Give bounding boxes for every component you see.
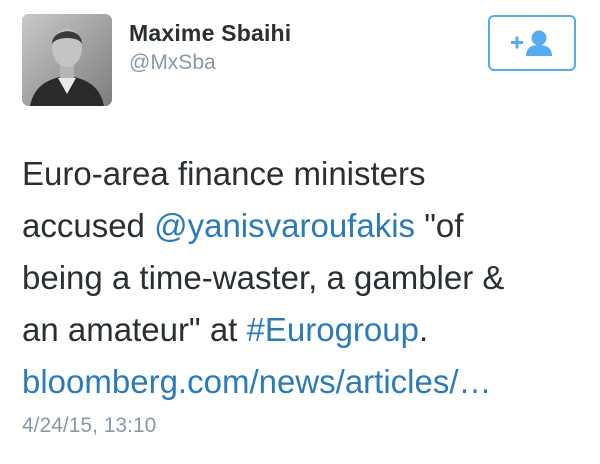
profile-photo-icon xyxy=(22,14,112,106)
timestamp[interactable]: 4/24/15, 13:10 xyxy=(22,414,156,438)
tweet-text-segment: an amateur" at xyxy=(22,311,247,348)
tweet-text: Euro-area finance ministers accused @yan… xyxy=(22,148,592,408)
tweet-text-segment: "of xyxy=(415,207,464,244)
tweet-line: bloomberg.com/news/articles/… xyxy=(22,356,592,408)
tweet-line: an amateur" at #Eurogroup. xyxy=(22,304,592,356)
avatar[interactable] xyxy=(22,14,112,106)
tweet-line: being a time-waster, a gambler & xyxy=(22,259,505,296)
url-link[interactable]: bloomberg.com/news/articles/… xyxy=(22,363,492,400)
hashtag-link[interactable]: #Eurogroup xyxy=(247,311,419,348)
tweet-text-segment: accused xyxy=(22,207,155,244)
follow-user-icon xyxy=(511,30,552,56)
tweet-line: accused @yanisvaroufakis "of xyxy=(22,200,592,252)
display-name[interactable]: Maxime Sbaihi xyxy=(129,20,291,47)
user-handle[interactable]: @MxSba xyxy=(129,51,216,75)
tweet-text-segment: . xyxy=(418,311,429,348)
tweet-line: Euro-area finance ministers xyxy=(22,155,426,192)
tweet-card: Maxime Sbaihi @MxSba Euro-area finance m… xyxy=(0,0,600,464)
follow-button[interactable] xyxy=(488,15,576,71)
mention-link[interactable]: @yanisvaroufakis xyxy=(154,207,415,244)
